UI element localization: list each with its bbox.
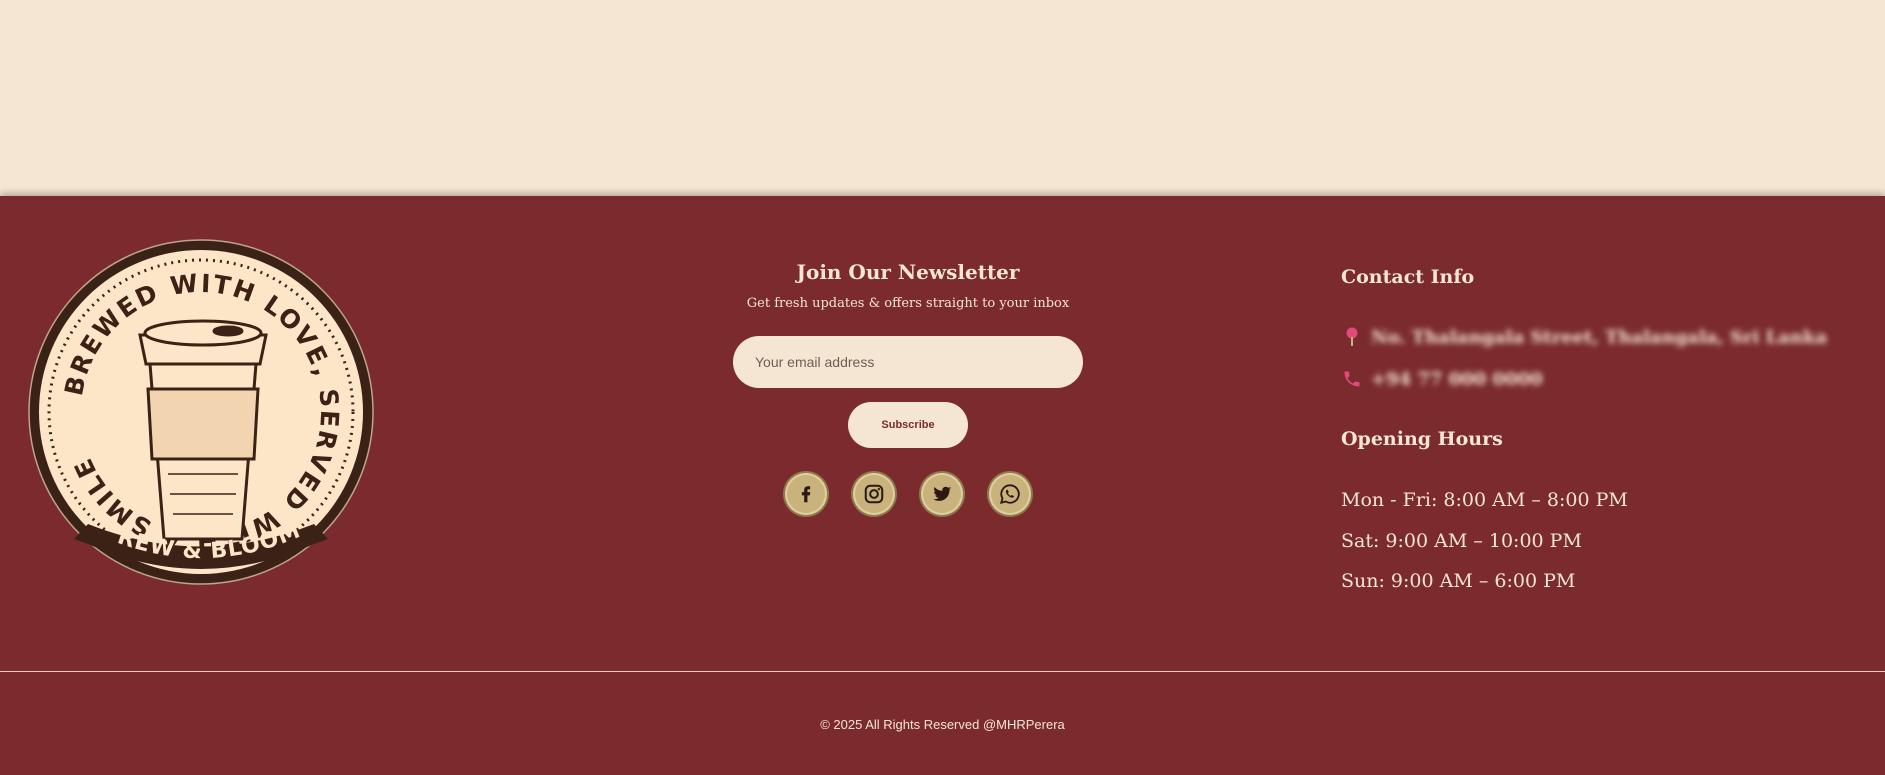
facebook-link[interactable] — [785, 473, 827, 515]
newsletter-title: Join Our Newsletter — [796, 260, 1020, 284]
contact-section: Contact Info No. Thalangala Street, Thal… — [1341, 266, 1861, 592]
address-text: No. Thalangala Street, Thalangala, Sri L… — [1371, 326, 1828, 348]
newsletter-section: Join Our Newsletter Get fresh updates & … — [700, 260, 1116, 515]
facebook-icon — [801, 486, 811, 503]
hours-sunday: Sun: 9:00 AM – 6:00 PM — [1341, 570, 1576, 592]
page-top-area — [0, 0, 1885, 196]
phone-text: +94 77 000 0000 — [1371, 368, 1543, 390]
instagram-icon — [864, 484, 884, 504]
hours-weekday: Mon - Fri: 8:00 AM – 8:00 PM — [1341, 489, 1628, 511]
email-input[interactable] — [733, 336, 1083, 388]
hours-title: Opening Hours — [1341, 428, 1503, 450]
whatsapp-link[interactable] — [989, 473, 1031, 515]
subscribe-button[interactable]: Subscribe — [848, 402, 968, 448]
contact-title: Contact Info — [1341, 266, 1475, 288]
whatsapp-icon — [999, 484, 1020, 505]
newsletter-subtitle: Get fresh updates & offers straight to y… — [746, 296, 1070, 311]
social-links — [785, 473, 1045, 517]
phone-icon — [1341, 368, 1363, 390]
footer-divider — [0, 671, 1885, 672]
instagram-link[interactable] — [853, 473, 895, 515]
brand-logo: BREWED WITH LOVE, SERVED WITH A SMILE BR… — [19, 220, 374, 585]
copyright-text: © 2025 All Rights Reserved @MHRPerera — [820, 717, 1065, 732]
twitter-link[interactable] — [921, 473, 963, 515]
site-footer: BREWED WITH LOVE, SERVED WITH A SMILE BR… — [0, 196, 1885, 775]
map-pin-icon — [1341, 326, 1363, 348]
phone-row: +94 77 000 0000 — [1341, 366, 1543, 392]
hours-saturday: Sat: 9:00 AM – 10:00 PM — [1341, 530, 1582, 552]
address-row: No. Thalangala Street, Thalangala, Sri L… — [1341, 324, 1827, 350]
twitter-icon — [933, 486, 952, 501]
